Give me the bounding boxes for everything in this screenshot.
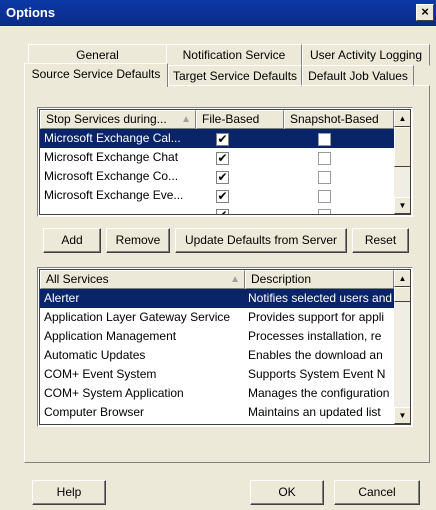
column-header-label: File-Based [202, 112, 260, 126]
snapshot-based-checkbox[interactable] [318, 133, 331, 146]
column-header-all-services[interactable]: All Services ▲ [40, 270, 245, 289]
column-header-snapshot-based[interactable]: Snapshot-Based [284, 110, 394, 129]
sort-ascending-icon: ▲ [230, 274, 240, 285]
close-icon: × [421, 4, 429, 19]
all-services-list[interactable]: All Services ▲ Description Alerter Notif… [37, 267, 413, 427]
snapshot-based-checkbox[interactable] [318, 190, 331, 203]
snapshot-based-checkbox[interactable] [318, 171, 331, 184]
table-row[interactable]: Microsoft Exchange Chat ✔ [40, 148, 394, 167]
service-description: Manages the configuration [248, 386, 390, 400]
column-header-label: Snapshot-Based [290, 112, 379, 126]
file-based-checkbox[interactable]: ✔ [216, 171, 229, 184]
scroll-thumb[interactable] [394, 287, 410, 302]
table-row[interactable]: Automatic Updates Enables the download a… [40, 346, 394, 365]
table-row[interactable]: Alerter Notifies selected users and [40, 289, 394, 308]
service-name: Application Management [44, 329, 177, 343]
service-name: Microsoft Exchange Co... [44, 169, 179, 183]
button-label: Help [56, 485, 82, 499]
service-name: COM+ Event System [44, 367, 157, 381]
snapshot-based-checkbox[interactable] [318, 209, 331, 214]
help-button[interactable]: Help [32, 480, 106, 505]
table-row[interactable]: Application Management Processes install… [40, 327, 394, 346]
window-title: Options [6, 5, 56, 20]
table-row[interactable]: COM+ Event System Supports System Event … [40, 365, 394, 384]
service-description: Enables the download an [248, 348, 383, 362]
scroll-up-button[interactable]: ▲ [394, 270, 410, 287]
tab-target-service-defaults[interactable]: Target Service Defaults [168, 65, 302, 87]
table-row[interactable]: Microsoft Exchange Co... ✔ [40, 167, 394, 186]
service-name: COM+ System Application [44, 386, 184, 400]
button-label: Reset [364, 233, 397, 247]
service-name: Application Layer Gateway Service [44, 310, 231, 324]
snapshot-based-checkbox[interactable] [318, 152, 331, 165]
service-name: Alerter [44, 291, 80, 305]
options-dialog: Options × General Notification Service U… [0, 0, 436, 510]
scroll-down-icon: ▼ [398, 411, 407, 420]
service-name: Microsoft Exchange Chat [44, 150, 179, 164]
table-row[interactable]: Microsoft Exchange Eve... ✔ [40, 186, 394, 205]
button-label: Add [61, 233, 83, 247]
stop-services-list[interactable]: Stop Services during... ▲ File-Based Sna… [37, 107, 413, 217]
file-based-checkbox[interactable]: ✔ [216, 133, 229, 146]
service-description: Provides support for appli [248, 310, 385, 324]
column-header-label: Stop Services during... [46, 112, 167, 126]
scroll-thumb[interactable] [394, 127, 410, 167]
close-button[interactable]: × [416, 4, 434, 21]
column-header-label: Description [251, 272, 312, 286]
button-label: Update Defaults from Server [184, 233, 338, 247]
scroll-down-icon: ▼ [398, 201, 407, 210]
table-row[interactable]: Computer Browser Maintains an updated li… [40, 403, 394, 422]
remove-button[interactable]: Remove [106, 228, 170, 253]
scroll-up-button[interactable]: ▲ [394, 110, 410, 127]
sort-ascending-icon: ▲ [181, 114, 191, 125]
scroll-down-button[interactable]: ▼ [394, 407, 410, 424]
tab-label: User Activity Logging [309, 48, 423, 62]
button-label: OK [278, 485, 296, 499]
vertical-scrollbar[interactable]: ▲ ▼ [394, 110, 410, 214]
ok-button[interactable]: OK [250, 480, 324, 505]
column-header-label: All Services [46, 272, 109, 286]
file-based-checkbox[interactable]: ✔ [216, 190, 229, 203]
reset-button[interactable]: Reset [352, 228, 409, 253]
vertical-scrollbar[interactable]: ▲ ▼ [394, 270, 410, 424]
service-description: Processes installation, re [248, 329, 382, 343]
file-based-checkbox[interactable]: ✔ [216, 152, 229, 165]
button-label: Cancel [358, 485, 396, 499]
service-name: Microsoft Exchange Eve... [44, 188, 184, 202]
service-description: Notifies selected users and [248, 291, 393, 305]
column-header-description[interactable]: Description [245, 270, 394, 289]
tab-label: General [76, 48, 119, 62]
scroll-down-button[interactable]: ▼ [394, 197, 410, 214]
tab-label: Default Job Values [308, 69, 408, 83]
add-button[interactable]: Add [43, 228, 101, 253]
tab-user-activity-logging[interactable]: User Activity Logging [302, 44, 430, 66]
column-header-stop-services[interactable]: Stop Services during... ▲ [40, 110, 196, 129]
file-based-checkbox[interactable]: ✔ [216, 209, 229, 214]
scroll-up-icon: ▲ [398, 274, 407, 283]
table-row-partial[interactable]: ✔ [40, 205, 394, 214]
cancel-button[interactable]: Cancel [334, 480, 420, 505]
tab-label: Source Service Defaults [31, 67, 161, 81]
tab-notification-service[interactable]: Notification Service [166, 44, 302, 66]
tab-label: Target Service Defaults [172, 69, 298, 83]
service-name: Computer Browser [44, 405, 145, 419]
tab-default-job-values[interactable]: Default Job Values [302, 65, 414, 87]
column-header-file-based[interactable]: File-Based [196, 110, 284, 129]
service-name: Microsoft Exchange Cal... [44, 131, 181, 145]
table-row[interactable]: Microsoft Exchange Cal... ✔ [40, 129, 394, 148]
title-bar: Options × [0, 0, 436, 26]
button-label: Remove [115, 233, 161, 247]
service-name: Automatic Updates [44, 348, 146, 362]
service-description: Supports System Event N [248, 367, 386, 381]
tab-label: Notification Service [182, 48, 286, 62]
table-row[interactable]: Application Layer Gateway Service Provid… [40, 308, 394, 327]
scroll-up-icon: ▲ [398, 114, 407, 123]
table-row[interactable]: COM+ System Application Manages the conf… [40, 384, 394, 403]
tab-source-service-defaults[interactable]: Source Service Defaults [24, 63, 168, 87]
service-description: Maintains an updated list [248, 405, 381, 419]
update-defaults-button[interactable]: Update Defaults from Server [175, 228, 347, 253]
